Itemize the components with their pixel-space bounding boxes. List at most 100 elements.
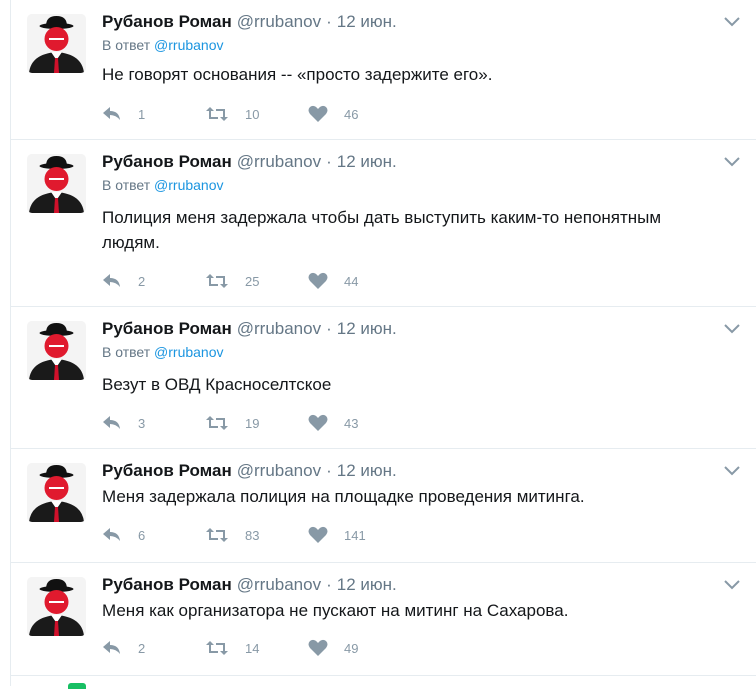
tweet-actions: 2 14 49 xyxy=(102,638,411,658)
tweet-actions: 6 83 141 xyxy=(102,525,411,545)
tweet[interactable]: Рубанов Роман @rrubanov · 12 июн. Меня как … xyxy=(11,563,756,676)
avatar[interactable] xyxy=(27,14,86,73)
retweet-button[interactable]: 19 xyxy=(205,415,308,431)
reply-icon xyxy=(103,641,120,654)
retweet-count: 10 xyxy=(245,106,260,122)
tweet-header: Рубанов Роман @rrubanov · 12 июн. xyxy=(102,575,397,595)
author-handle[interactable]: @rrubanov xyxy=(237,461,321,480)
tweet-time[interactable]: 12 июн. xyxy=(337,152,397,171)
separator: · xyxy=(326,12,332,31)
author-handle[interactable]: @rrubanov xyxy=(237,12,321,31)
tweet-header: Рубанов Роман @rrubanov · 12 июн. xyxy=(102,319,397,339)
separator: · xyxy=(326,575,332,594)
author-handle[interactable]: @rrubanov xyxy=(237,319,321,338)
heart-icon xyxy=(308,272,328,289)
separator: · xyxy=(326,152,332,171)
reply-to-link[interactable]: @rrubanov xyxy=(154,37,223,53)
reply-icon xyxy=(103,416,120,429)
bowler-hat-avatar-icon xyxy=(27,577,86,636)
retweet-button[interactable]: 25 xyxy=(205,273,308,289)
reply-button[interactable]: 1 xyxy=(102,106,205,122)
retweet-count: 83 xyxy=(245,527,260,543)
chevron-down-icon[interactable] xyxy=(723,154,741,168)
bowler-hat-avatar-icon xyxy=(27,14,86,73)
reply-count: 2 xyxy=(138,640,146,656)
chevron-down-icon[interactable] xyxy=(723,577,741,591)
chevron-down-icon[interactable] xyxy=(723,321,741,335)
reply-button[interactable]: 2 xyxy=(102,640,205,656)
like-button[interactable]: 44 xyxy=(308,272,411,290)
tweet-header: Рубанов Роман @rrubanov · 12 июн. xyxy=(102,12,397,32)
author-name[interactable]: Рубанов Роман xyxy=(102,461,232,480)
retweet-icon xyxy=(206,107,228,121)
avatar[interactable] xyxy=(27,321,86,380)
avatar[interactable] xyxy=(27,577,86,636)
reply-button[interactable]: 3 xyxy=(102,415,205,431)
retweet-button[interactable]: 83 xyxy=(205,527,308,543)
reply-count: 1 xyxy=(138,106,146,122)
like-count: 43 xyxy=(344,415,359,431)
like-button[interactable]: 46 xyxy=(308,105,411,123)
retweet-icon xyxy=(206,274,228,288)
reply-prefix: В ответ xyxy=(102,177,151,193)
tweet-actions: 3 19 43 xyxy=(102,413,411,433)
like-count: 141 xyxy=(344,527,366,543)
tweet-header: Рубанов Роман @rrubanov · 12 июн. xyxy=(102,152,397,172)
reply-prefix: В ответ xyxy=(102,344,151,360)
heart-icon xyxy=(308,639,328,656)
retweet-icon xyxy=(206,416,228,430)
retweet-icon xyxy=(206,641,228,655)
bowler-hat-avatar-icon xyxy=(27,463,86,522)
bowler-hat-avatar-icon xyxy=(27,321,86,380)
separator: · xyxy=(326,319,332,338)
author-handle[interactable]: @rrubanov xyxy=(237,575,321,594)
chevron-down-icon[interactable] xyxy=(723,463,741,477)
heart-icon xyxy=(308,105,328,122)
like-button[interactable]: 49 xyxy=(308,639,411,657)
tweet-time[interactable]: 12 июн. xyxy=(337,461,397,480)
reply-button[interactable]: 2 xyxy=(102,273,205,289)
tweet-text: Не говорят основания -- «просто задержит… xyxy=(102,65,493,84)
tweet[interactable]: Рубанов Роман @rrubanov · 12 июн. Меня заде… xyxy=(11,449,756,563)
chevron-down-icon[interactable] xyxy=(723,14,741,28)
author-name[interactable]: Рубанов Роман xyxy=(102,319,232,338)
author-name[interactable]: Рубанов Роман xyxy=(102,152,232,171)
author-name[interactable]: Рубанов Роман xyxy=(102,12,232,31)
tweet-actions: 1 10 46 xyxy=(102,104,411,124)
like-button[interactable]: 43 xyxy=(308,414,411,432)
reply-icon xyxy=(103,528,120,541)
like-count: 44 xyxy=(344,273,359,289)
reply-to-link[interactable]: @rrubanov xyxy=(154,177,223,193)
avatar[interactable] xyxy=(27,463,86,522)
author-name[interactable]: Рубанов Роман xyxy=(102,575,232,594)
retweet-button[interactable]: 14 xyxy=(205,640,308,656)
tweet[interactable]: Рубанов Роман @rrubanov · 12 июн. В ответ @… xyxy=(11,140,756,307)
tweet-time[interactable]: 12 июн. xyxy=(337,575,397,594)
tweet-time[interactable]: 12 июн. xyxy=(337,319,397,338)
tweet[interactable]: Рубанов Роман @rrubanov · 12 июн. В ответ @… xyxy=(11,307,756,449)
retweet-button[interactable]: 10 xyxy=(205,106,308,122)
like-count: 46 xyxy=(344,106,359,122)
tweet[interactable]: Рубанов Роман @rrubanov · 12 июн. В ответ @… xyxy=(11,0,756,140)
reply-count: 6 xyxy=(138,527,146,543)
like-button[interactable]: 141 xyxy=(308,526,411,544)
tweet-text: Полиция меня задержала чтобы дать выступ… xyxy=(102,208,662,252)
tweet-actions: 2 25 44 xyxy=(102,271,411,291)
tweet-time[interactable]: 12 июн. xyxy=(337,12,397,31)
retweet-count: 25 xyxy=(245,273,260,289)
heart-icon xyxy=(308,526,328,543)
heart-icon xyxy=(308,414,328,431)
reply-context: В ответ @rrubanov xyxy=(102,177,224,193)
retweet-icon xyxy=(206,528,228,542)
retweet-count: 19 xyxy=(245,415,260,431)
tweet-header: Рубанов Роман @rrubanov · 12 июн. xyxy=(102,461,397,481)
reply-icon xyxy=(103,274,120,287)
reply-button[interactable]: 6 xyxy=(102,527,205,543)
tweet-text: Меня задержала полиция на площадке прове… xyxy=(102,487,585,506)
reply-to-link[interactable]: @rrubanov xyxy=(154,344,223,360)
next-tweet-indicator xyxy=(68,683,86,689)
reply-icon xyxy=(103,107,120,120)
author-handle[interactable]: @rrubanov xyxy=(237,152,321,171)
avatar[interactable] xyxy=(27,154,86,213)
timeline: Рубанов Роман @rrubanov · 12 июн. В ответ @… xyxy=(10,0,756,689)
